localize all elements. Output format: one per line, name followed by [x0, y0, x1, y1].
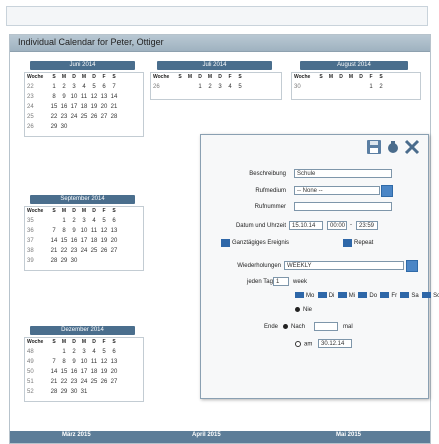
delete-icon[interactable] — [385, 139, 401, 155]
rufmedium-dropdown-button[interactable] — [381, 185, 393, 197]
ende-am-option[interactable]: am — [295, 341, 312, 348]
panel-title: Individual Calendar for Peter, Ottiger — [18, 37, 164, 47]
nie-radio[interactable] — [295, 307, 300, 312]
month-header-march: März 2015 — [62, 432, 91, 438]
week-row: 52 28 29 30 31 — [27, 389, 88, 395]
september-calendar: Woche S M D M D F S 35 1 2 3 4 5 6 36 7 8 9 10 11 12 13 37 14… — [24, 206, 144, 271]
rufmedium-select[interactable]: -- None -- — [294, 186, 380, 195]
week-row: 49 7 8 9 10 11 12 13 — [27, 359, 118, 365]
month-header-april: April 2015 — [192, 432, 221, 438]
week-row: 30 1 2 — [294, 84, 383, 90]
month-header-june: Juni 2014 — [30, 61, 135, 70]
week-row: 23 8 9 10 11 12 13 14 — [27, 94, 118, 100]
day-checkbox-sa[interactable]: Sa — [400, 292, 419, 299]
nach-input[interactable] — [314, 322, 338, 331]
day-checkbox-fr[interactable]: Fr — [380, 292, 397, 299]
week-header: Woche S M D M D F S — [27, 339, 116, 345]
week-row: 36 7 8 9 10 11 12 13 — [27, 228, 118, 234]
am-date-input[interactable]: 30.12.14 — [318, 339, 352, 348]
week-row: 50 14 15 16 17 18 19 20 — [27, 369, 118, 375]
wiederholungen-dropdown-button[interactable] — [406, 260, 418, 272]
rufnummer-input[interactable] — [294, 202, 392, 211]
time-from-input[interactable]: 00:00 — [327, 221, 347, 230]
week-header: Woche S M D M D F S — [294, 74, 383, 80]
date-input[interactable]: 15.10.14 — [289, 221, 323, 230]
month-header-july: Juli 2014 — [157, 61, 272, 70]
day-checkbox-so[interactable]: So — [422, 292, 439, 299]
july-calendar: Woche S M D M D F S 26 1 2 3 4 5 — [150, 72, 282, 100]
am-radio[interactable] — [295, 341, 301, 347]
time-separator: - — [350, 222, 352, 228]
month-header-december: Dezember 2014 — [30, 326, 135, 335]
beschreibung-input[interactable]: Schule — [294, 169, 392, 178]
ende-nach-option[interactable]: Nach — [283, 324, 305, 330]
week-row: 25 22 23 24 25 26 27 28 — [27, 114, 118, 120]
rufmedium-label: Rufmedium — [255, 188, 286, 194]
bottom-month-bar: März 2015 April 2015 Mai 2015 — [10, 431, 430, 443]
nach-radio[interactable] — [283, 324, 288, 329]
week-row: 35 1 2 3 4 5 6 — [27, 218, 116, 224]
close-icon[interactable] — [404, 139, 420, 155]
month-header-august: August 2014 — [300, 61, 408, 70]
mal-label: mal — [343, 324, 353, 330]
week-row: 22 1 2 3 4 5 6 7 — [27, 84, 116, 90]
repeat-checkbox[interactable] — [343, 239, 352, 247]
week-row: 26 29 30 — [27, 124, 68, 130]
day-checkbox-mi[interactable]: Mi — [337, 292, 355, 299]
week-row: 48 1 2 3 4 5 6 — [27, 349, 116, 355]
rufnummer-label: Rufnummer — [254, 204, 286, 210]
weekday-checkboxes: Mo Di Mi Do Fr Sa So — [295, 292, 439, 299]
ganztaegig-checkbox[interactable] — [221, 239, 230, 247]
december-calendar: Woche S M D M D F S 48 1 2 3 4 5 6 49 7 8 9 10 11 12 13 50 14… — [24, 337, 144, 402]
week-label: week — [293, 279, 308, 285]
ende-nie-option[interactable]: Nie — [295, 307, 312, 313]
jeden-label: jeden Tag — [247, 279, 273, 285]
ganztaegig-label: Ganztägiges Ereignis — [232, 240, 290, 246]
ende-label: Ende — [264, 324, 279, 330]
month-header-september: September 2014 — [30, 195, 135, 204]
time-to-input[interactable]: 23:59 — [356, 221, 378, 230]
top-toolbar — [6, 6, 428, 26]
repeat-label: Repeat — [354, 240, 374, 246]
panel-header: Individual Calendar for Peter, Ottiger — [10, 35, 430, 52]
day-checkbox-do[interactable]: Do — [358, 292, 377, 299]
week-header: Woche S M D M D F S — [153, 74, 242, 80]
week-header: Woche S M D M D F S — [27, 208, 116, 214]
day-checkbox-mo[interactable]: Mo — [295, 292, 314, 299]
august-calendar: Woche S M D M D F S 30 1 2 — [291, 72, 421, 100]
wiederholungen-label: Wiederholungen — [237, 263, 281, 269]
week-row: 37 14 15 16 17 18 19 20 — [27, 238, 118, 244]
event-dialog: Beschreibung Schule Rufmedium -- None --… — [200, 134, 439, 399]
week-row: 39 28 29 30 — [27, 258, 78, 264]
june-calendar: Woche S M D M D F S 22 1 2 3 4 5 6 7 23 8 9 10 11 12 13 14 24… — [24, 72, 144, 137]
day-checkbox-di[interactable]: Di — [317, 292, 334, 299]
wiederholungen-select[interactable]: WEEKLY — [284, 261, 404, 270]
beschreibung-label: Beschreibung — [249, 171, 286, 177]
week-row: 26 1 2 3 4 5 — [153, 84, 242, 90]
week-header: Woche S M D M D F S — [27, 74, 116, 80]
week-row: 38 21 22 23 24 25 26 27 — [27, 248, 118, 254]
datum-label: Datum und Uhrzeit — [235, 223, 286, 229]
month-header-may: Mai 2015 — [336, 432, 362, 438]
save-icon[interactable] — [366, 139, 382, 155]
jeden-input[interactable]: 1 — [273, 277, 289, 286]
week-row: 24 15 16 17 18 19 20 21 — [27, 104, 118, 110]
week-row: 51 21 22 23 24 25 26 27 — [27, 379, 118, 385]
